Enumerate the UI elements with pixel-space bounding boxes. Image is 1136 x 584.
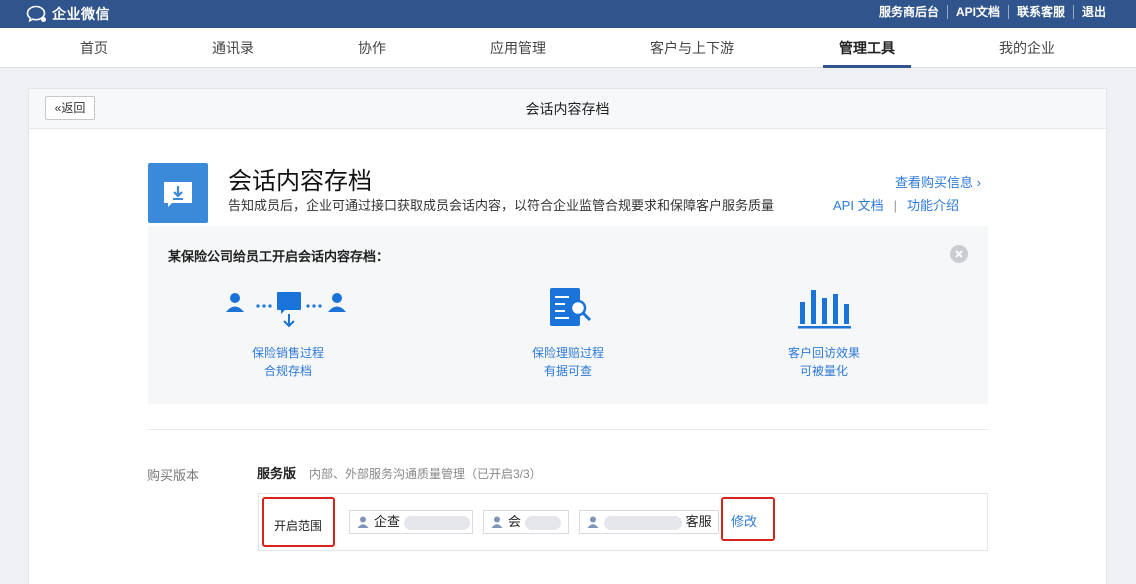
member-chip: 企查 [349,510,473,534]
api-docs-link[interactable]: API文档 [946,5,1008,19]
content-panel: «返回 会话内容存档 会话内容存档 告知成员后，企业可通过接口获取成员会话内容，… [28,88,1107,584]
doc-links: API 文档 | 功能介绍 [833,195,959,214]
member-chip-name: 会 [508,514,522,529]
purchase-version-label: 购买版本 [147,468,200,483]
page-title: 会话内容存档 [525,101,610,117]
chat-bubble-icon [26,5,46,23]
member-chip: 客服 [579,510,719,534]
member-chip-name: 客服 [685,514,712,529]
nav-customers-partners[interactable]: 客户与上下游 [636,28,748,68]
close-icon[interactable] [950,245,968,263]
member-chip-name: 企查 [374,514,401,529]
use-case-claims: 保险理赔过程 有据可查 [468,284,668,380]
brand-name: 企业微信 [52,6,110,22]
nav-my-company[interactable]: 我的企业 [985,28,1069,68]
redacted-text [604,515,682,530]
use-case-claims-line2: 有据可查 [543,364,592,378]
top-links: 服务商后台 API文档 联系客服 退出 [871,5,1114,19]
use-case-followup-line2: 可被量化 [799,364,848,378]
document-search-icon [550,288,592,326]
feature-intro-link[interactable]: 功能介绍 [907,198,959,213]
member-chip: 会 [483,510,569,534]
use-case-followup: 客户回访效果 可被量化 [724,284,924,380]
nav-home[interactable]: 首页 [66,28,122,68]
plan-description: 内部、外部服务沟通质量管理（已开启3/3） [309,467,542,481]
brand-logo[interactable]: 企业微信 [26,4,110,24]
use-case-sales-line2: 合规存档 [263,364,312,378]
link-separator: | [893,198,897,213]
use-case-claims-line1: 保险理赔过程 [531,346,604,360]
redacted-text [524,515,561,530]
archive-app-icon [148,163,208,223]
person-icon [491,516,503,528]
feature-title: 会话内容存档 [228,168,372,195]
scope-label: 开启范围 [274,519,323,533]
nav-contacts[interactable]: 通讯录 [198,28,268,68]
person-icon [357,516,369,528]
top-bar: 企业微信 服务商后台 API文档 联系客服 退出 [0,0,1136,28]
transfer-icon [226,292,346,328]
main-nav: 首页 通讯录 协作 应用管理 客户与上下游 管理工具 我的企业 [0,28,1136,68]
use-case-sales-line1: 保险销售过程 [251,346,324,360]
scope-box: 开启范围 企查 会 客服 修改 [258,493,988,551]
redacted-text [403,515,470,530]
use-case-card: 某保险公司给员工开启会话内容存档： 保险销售过程 合规存档 保险理赔过程 有据可… [148,226,988,404]
person-icon [587,516,599,528]
nav-collaboration[interactable]: 协作 [344,28,400,68]
view-purchase-info-label: 查看购买信息 [895,175,974,190]
use-case-title: 某保险公司给员工开启会话内容存档： [168,249,390,264]
panel-header: «返回 会话内容存档 [29,89,1106,129]
api-doc-link[interactable]: API 文档 [833,198,884,213]
scope-label-highlight: 开启范围 [262,497,335,547]
logout-link[interactable]: 退出 [1072,5,1114,19]
nav-app-management[interactable]: 应用管理 [476,28,560,68]
use-case-sales: 保险销售过程 合规存档 [188,284,388,380]
use-case-followup-line1: 客户回访效果 [787,346,860,360]
plan-name: 服务版 [257,466,297,481]
edit-highlight: 修改 [721,497,775,541]
contact-support-link[interactable]: 联系客服 [1007,5,1073,19]
bar-chart-icon [798,290,851,329]
provider-console-link[interactable]: 服务商后台 [871,5,947,19]
feature-description: 告知成员后，企业可通过接口获取成员会话内容，以符合企业监管合规要求和保障客户服务… [228,198,775,213]
section-divider [148,429,988,430]
chevron-right-icon: › [976,175,981,190]
view-purchase-info-link[interactable]: 查看购买信息 › [895,172,981,191]
nav-management-tools[interactable]: 管理工具 [823,28,911,68]
edit-scope-link[interactable]: 修改 [731,511,757,530]
